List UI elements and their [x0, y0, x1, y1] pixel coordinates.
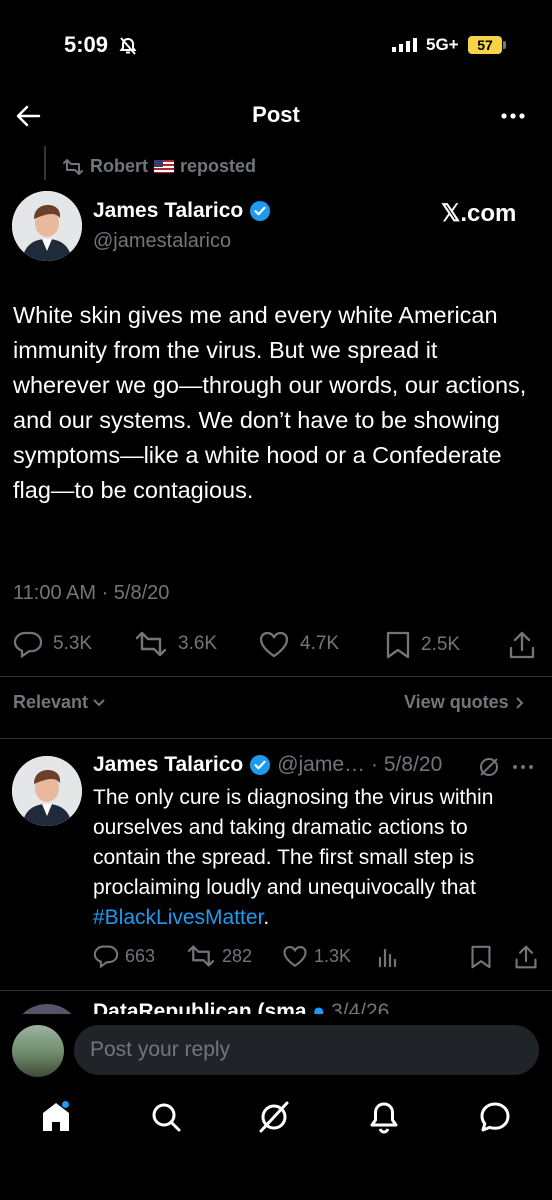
post-source: 𝕏.com	[441, 200, 517, 227]
page-title: Post	[252, 102, 300, 127]
reply-reply-button[interactable]: 663	[93, 944, 155, 968]
reply-menu-icons	[478, 756, 534, 778]
verified-icon	[249, 754, 271, 776]
silent-bell-icon	[118, 36, 138, 56]
repost-count: 3.6K	[178, 633, 218, 654]
repost-icon	[134, 630, 168, 658]
reply-count: 5.3K	[53, 633, 93, 654]
author-name: James Talarico	[93, 199, 244, 222]
repost-banner[interactable]: Robert reposted	[62, 156, 256, 177]
author-avatar[interactable]	[12, 191, 82, 261]
reply-header[interactable]: James Talarico @jame… · 5/8/20	[93, 753, 442, 777]
repost-label: reposted	[180, 156, 257, 176]
like-icon	[282, 944, 308, 968]
notifications-icon[interactable]	[368, 1100, 400, 1134]
share-icon	[514, 944, 538, 970]
reply-icon	[93, 944, 119, 968]
reply-button[interactable]: 5.3K	[13, 630, 92, 658]
like-button[interactable]: 4.7K	[258, 630, 339, 658]
bookmark-icon	[470, 944, 492, 970]
view-quotes-link[interactable]: View quotes	[404, 692, 525, 713]
reply-input[interactable]: Post your reply	[74, 1025, 539, 1075]
post-actions: 5.3K 3.6K 4.7K 2.5K	[0, 626, 552, 666]
reply-share-button[interactable]	[514, 944, 538, 970]
reply-repost-count: 282	[222, 945, 253, 966]
reply-author-avatar[interactable]	[12, 756, 82, 826]
reply-date: · 5/8/20	[371, 753, 443, 776]
grok-icon[interactable]	[258, 1100, 290, 1134]
share-button[interactable]	[508, 630, 536, 660]
post-body: White skin gives me and every white Amer…	[13, 302, 527, 503]
author-name-row[interactable]: James Talarico	[93, 199, 271, 223]
more-icon[interactable]	[512, 764, 534, 770]
repost-icon	[186, 944, 216, 968]
views-button[interactable]	[377, 946, 399, 968]
post-timestamp: 11:00 AM · 5/8/20	[13, 582, 170, 604]
reply-author-name: James Talarico	[93, 753, 244, 776]
more-icon[interactable]	[500, 112, 526, 120]
battery-nub	[503, 41, 506, 49]
bookmark-button[interactable]: 2.5K	[385, 630, 460, 660]
hashtag-link[interactable]: #BlackLivesMatter	[93, 906, 263, 929]
repost-icon	[62, 158, 84, 176]
reply-icon	[13, 630, 43, 658]
share-icon	[508, 630, 536, 660]
reply-bookmark-button[interactable]	[470, 944, 492, 970]
home-unread-dot	[62, 1101, 69, 1108]
views-icon	[377, 946, 399, 968]
chevron-right-icon	[515, 696, 525, 710]
thread-line	[44, 146, 46, 180]
like-count: 4.7K	[300, 633, 340, 654]
reply-author-handle: @jame…	[277, 753, 366, 776]
repost-user: Robert	[90, 156, 148, 176]
reply-like-button[interactable]: 1.3K	[282, 944, 351, 968]
view-quotes-label: View quotes	[404, 692, 509, 712]
repost-button[interactable]: 3.6K	[134, 630, 217, 658]
divider	[0, 676, 552, 677]
status-time: 5:09	[64, 32, 109, 57]
search-icon[interactable]	[150, 1100, 182, 1134]
divider	[0, 738, 552, 739]
reply-actions: 663 282 1.3K	[0, 940, 552, 972]
reply-text-end: .	[263, 906, 270, 929]
sort-label: Relevant	[13, 692, 89, 712]
reply-like-count: 1.3K	[314, 945, 352, 966]
messages-icon[interactable]	[478, 1100, 512, 1134]
grok-icon[interactable]	[478, 756, 500, 778]
reply-reply-count: 663	[125, 945, 156, 966]
verified-icon	[249, 200, 271, 222]
us-flag-icon	[154, 160, 174, 173]
reply-text: The only cure is diagnosing the virus wi…	[93, 786, 494, 899]
chevron-down-icon	[92, 698, 106, 708]
divider	[0, 990, 552, 991]
sort-dropdown[interactable]: Relevant	[13, 692, 106, 713]
reply-repost-button[interactable]: 282	[186, 944, 252, 968]
battery-level: 57	[468, 36, 502, 54]
bookmark-count: 2.5K	[421, 634, 461, 655]
like-icon	[258, 630, 290, 658]
signal-icon	[392, 38, 420, 52]
reply-body: The only cure is diagnosing the virus wi…	[93, 783, 533, 933]
network-type: 5G+	[426, 35, 459, 54]
author-handle[interactable]: @jamestalarico	[93, 230, 231, 253]
my-avatar[interactable]	[12, 1025, 64, 1077]
bookmark-icon	[385, 630, 411, 660]
